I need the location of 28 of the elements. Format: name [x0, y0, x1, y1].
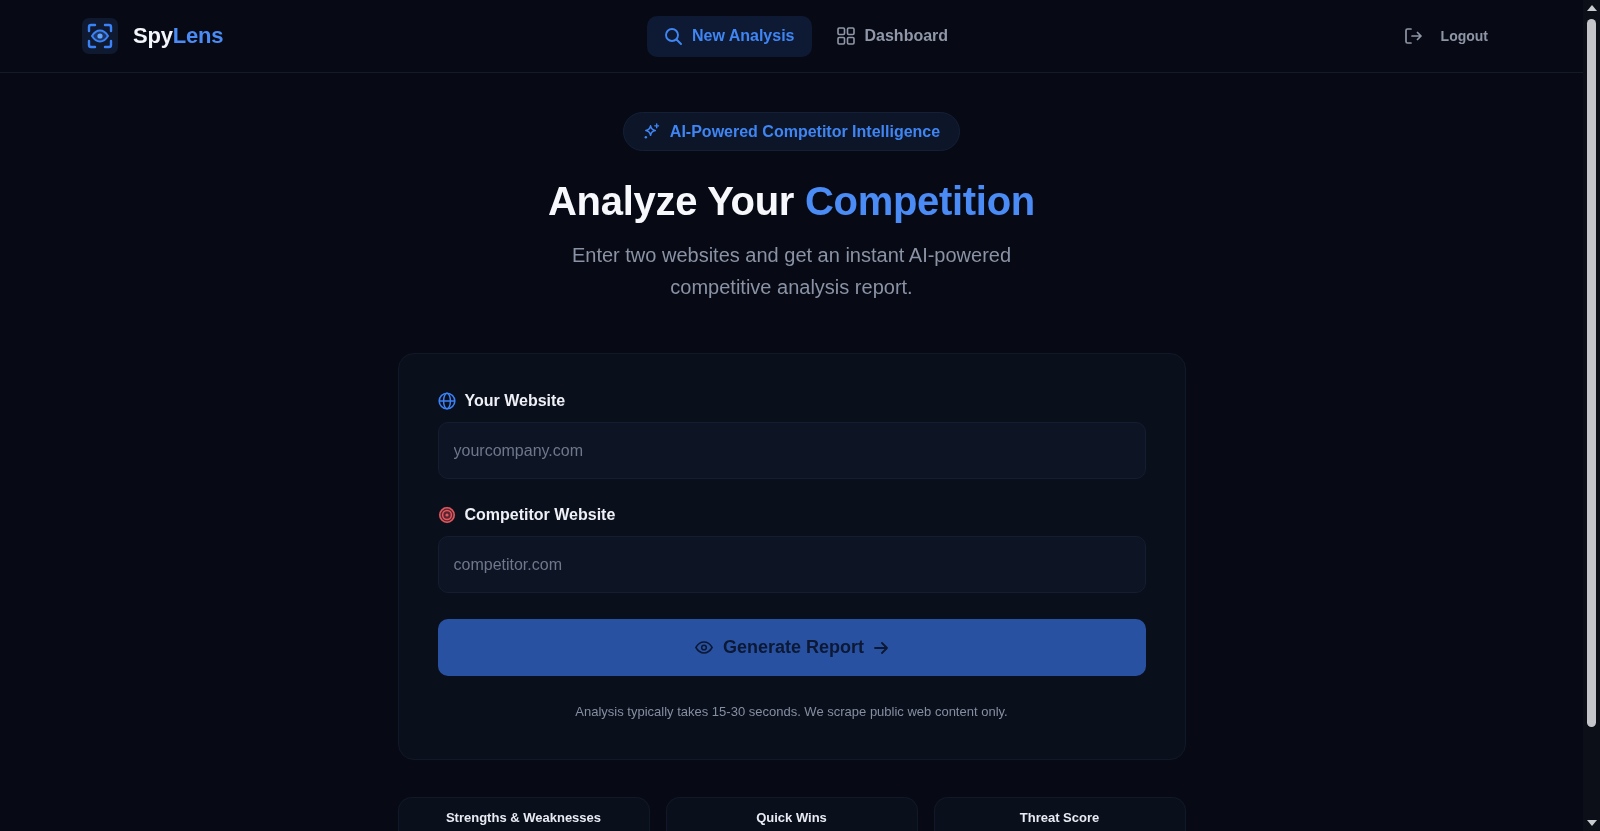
search-icon — [663, 27, 682, 45]
url-input[interactable]: competitor.com — [437, 536, 1146, 593]
sparkle-icon — [642, 123, 660, 140]
eye-icon — [694, 641, 713, 654]
grid-icon — [836, 27, 855, 45]
page-title: Analyze Your Competition — [548, 178, 1035, 225]
feature-title: Quick Wins — [756, 810, 827, 825]
field-label: Competitor Website — [464, 506, 616, 524]
scroll-down-arrow-icon[interactable] — [1586, 820, 1597, 826]
eye-frame-icon — [82, 18, 118, 54]
logout-icon — [1403, 27, 1422, 45]
feature-title: Threat Score — [1019, 810, 1100, 825]
logo-text: SpyLens — [133, 23, 224, 49]
scrollbar-thumb[interactable] — [1587, 19, 1596, 727]
url-input[interactable]: yourcompany.com — [437, 422, 1146, 479]
nav-tab[interactable]: New Analysis — [646, 15, 812, 57]
nav-tab[interactable]: Dashboard — [819, 15, 966, 57]
feature-badge: AI-Powered Competitor Intelligence — [622, 112, 961, 151]
field-label: Your Website — [464, 392, 566, 410]
logout-button[interactable]: Logout — [1395, 19, 1496, 53]
hero-subtitle: Enter two websites and get an instant AI-powered competitive analysis report. — [570, 243, 1013, 300]
scroll-up-arrow-icon[interactable] — [1586, 5, 1597, 11]
scrollbar[interactable] — [1583, 0, 1600, 831]
disclaimer-text: Analysis typically takes 15-30 seconds. We scrape public web content only. — [574, 703, 1009, 721]
arrow-right-icon — [874, 640, 888, 655]
target-icon — [437, 506, 456, 524]
feature-title: Strengths & Weaknesses — [445, 810, 602, 825]
globe-icon — [437, 392, 456, 410]
